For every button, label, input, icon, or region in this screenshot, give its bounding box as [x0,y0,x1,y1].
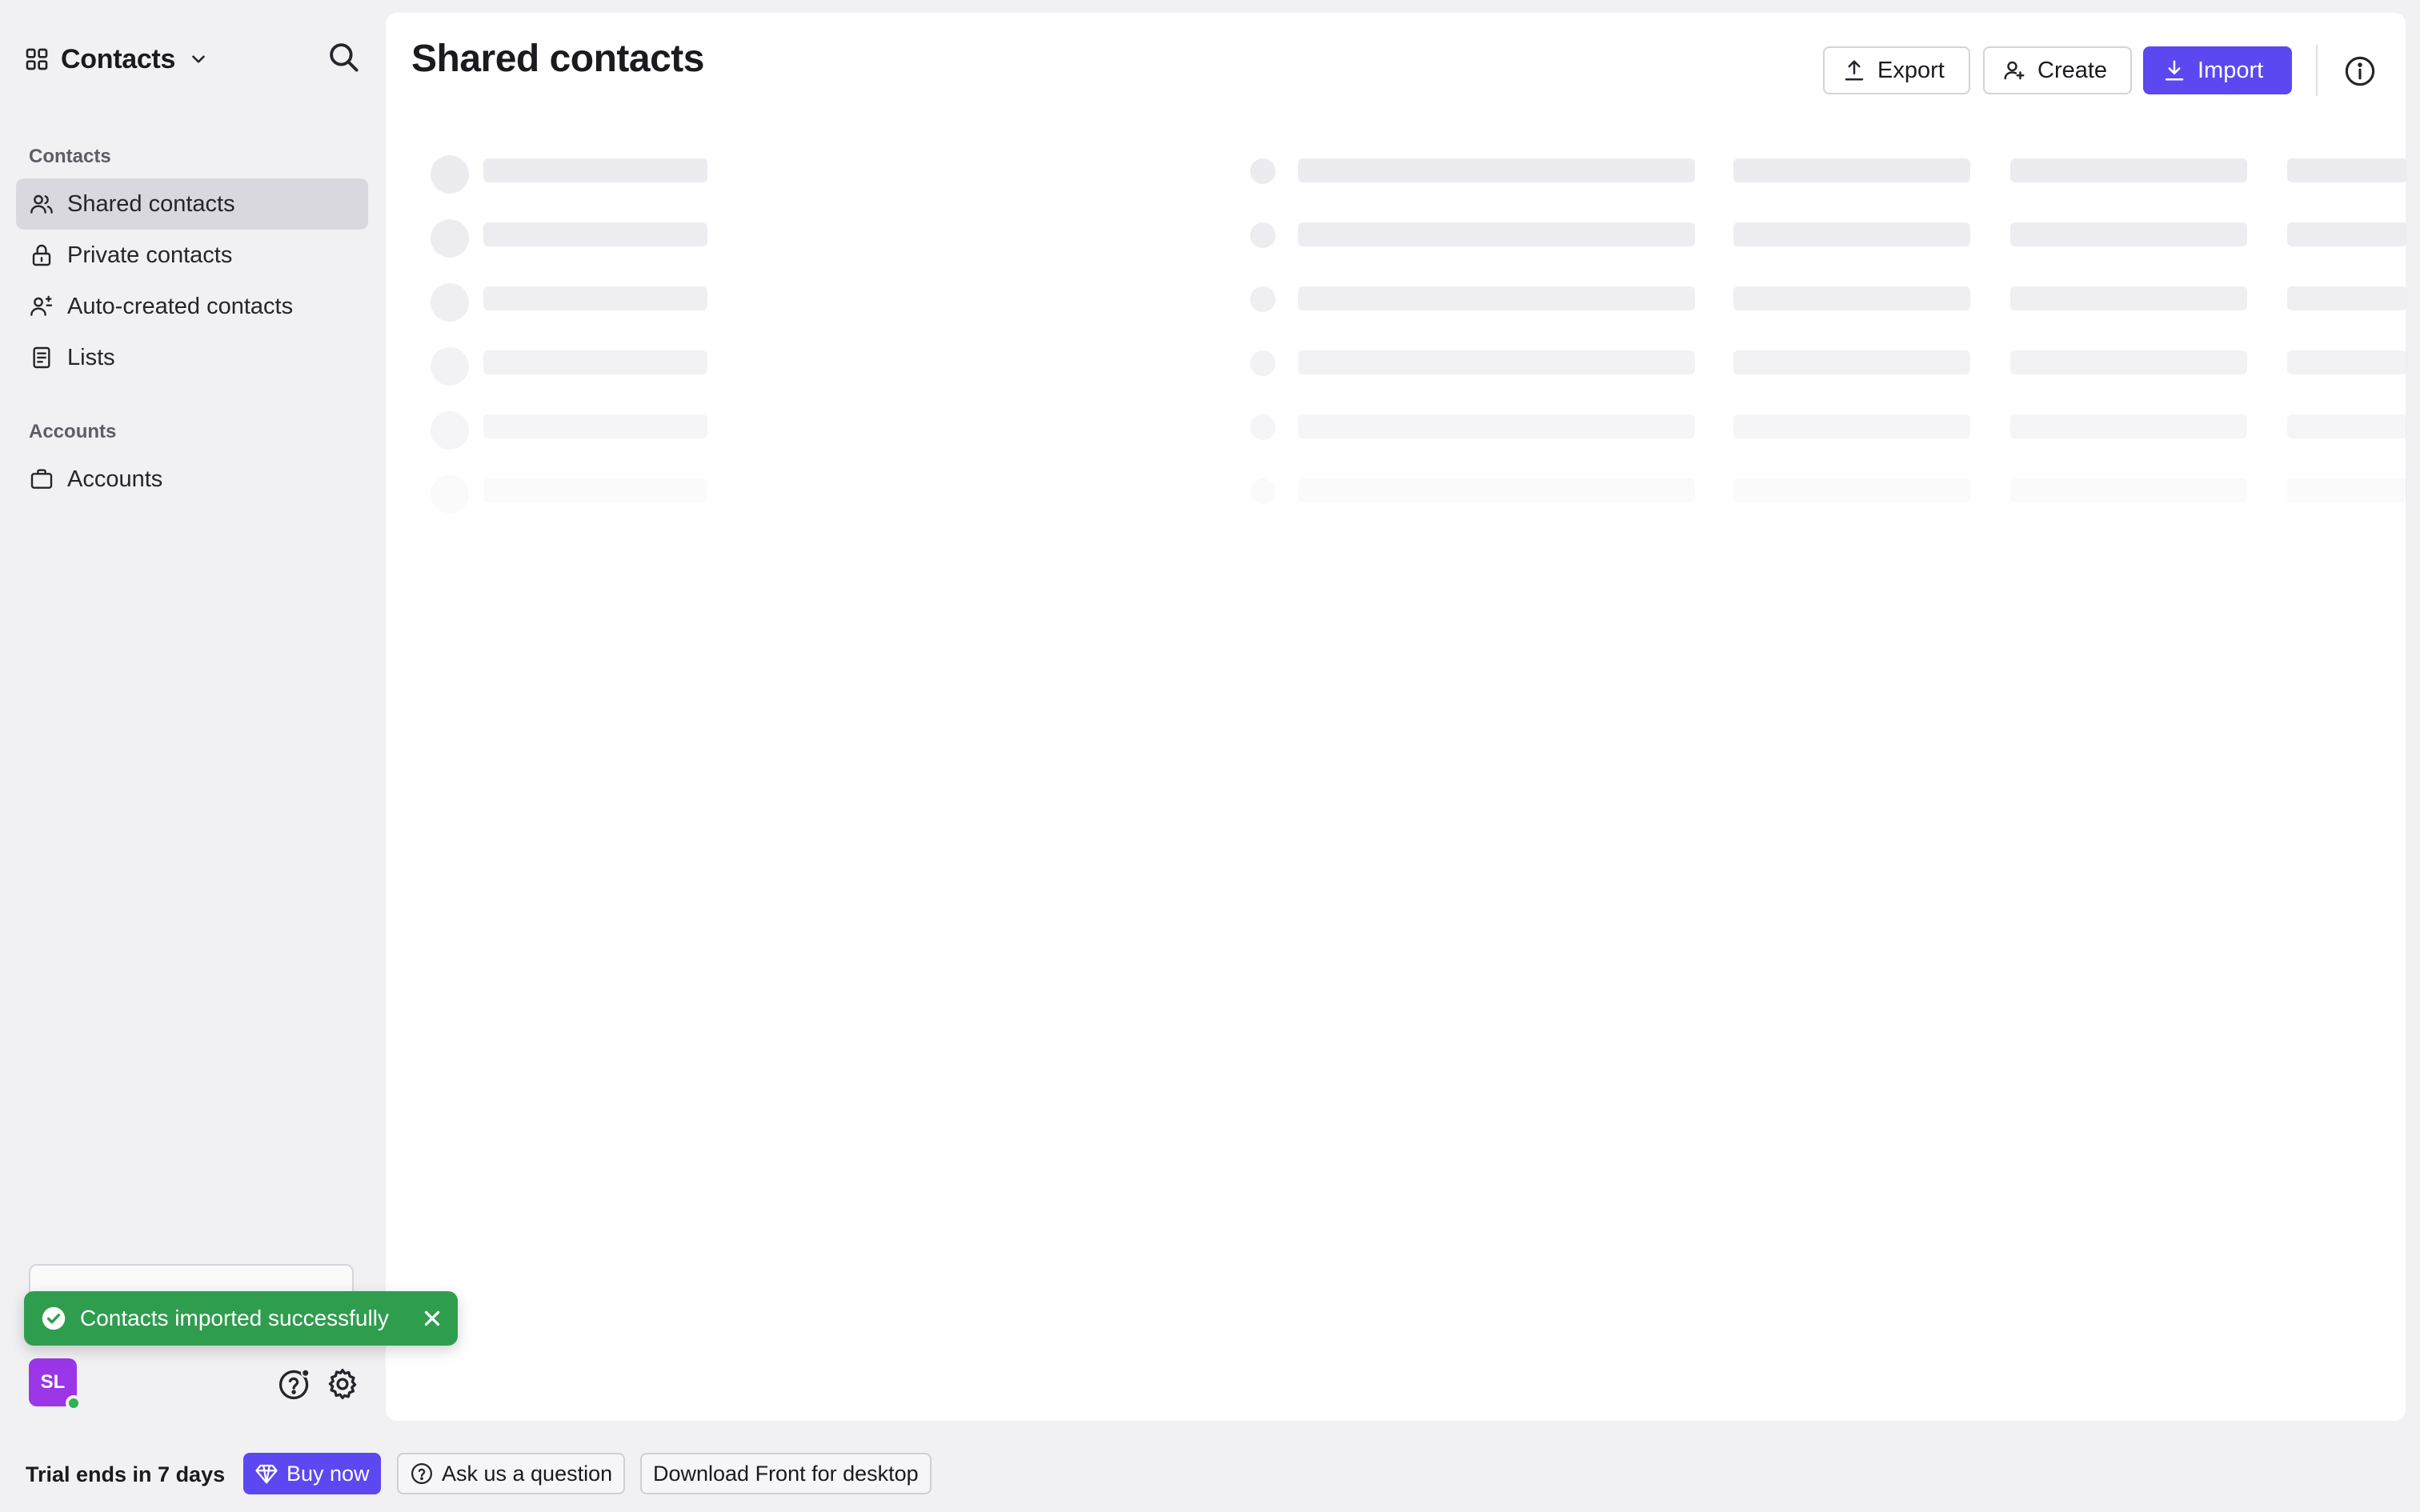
skeleton-dot [1250,222,1276,248]
skeleton-bar [1298,478,1695,502]
skeleton-bar [1298,222,1695,246]
export-button[interactable]: Export [1823,46,1970,94]
app-switcher[interactable]: Contacts [24,37,209,82]
skeleton-dot [1250,286,1276,312]
skeleton-bar [2010,286,2247,310]
import-button[interactable]: Import [2143,46,2292,94]
toast-message: Contacts imported successfully [80,1306,389,1330]
skeleton-avatar [431,347,469,386]
skeleton-bar [2287,222,2407,246]
lock-icon [32,244,51,266]
skeleton-bar [1298,158,1695,182]
avatar[interactable]: SL [29,1358,82,1411]
sidebar-item-label: Lists [67,344,115,370]
skeleton-bar [2287,158,2407,182]
ask-question-button[interactable]: Ask us a question [397,1453,626,1494]
import-label: Import [2198,57,2264,83]
skeleton-bar [2010,350,2247,374]
skeleton-bar [2287,286,2407,310]
skeleton-bar [1733,414,1970,438]
skeleton-bar [1733,350,1970,374]
skeleton-avatar [431,283,469,322]
skeleton-bar [1733,478,1970,502]
sidebar-item-accounts[interactable]: Accounts [16,454,368,505]
main-panel: Shared contacts Export Create Import [386,13,2407,1421]
skeleton-bar [1733,222,1970,246]
sidebar: Contacts Contacts Shared contacts Privat… [0,0,384,1448]
buy-now-button[interactable]: Buy now [243,1453,381,1494]
sidebar-item-label: Accounts [67,466,163,492]
download-desktop-label: Download Front for desktop [653,1461,919,1486]
skeleton-bar [1733,158,1970,182]
sidebar-item-label: Auto-created contacts [67,293,294,319]
online-status-dot [66,1395,82,1411]
skeleton-bar [483,414,707,438]
skeleton-bar [483,222,707,246]
skeleton-bar [483,158,707,182]
search-icon[interactable] [327,40,360,74]
sidebar-item-label: Shared contacts [67,190,235,217]
close-icon[interactable] [418,1304,447,1333]
export-label: Export [1877,57,1945,83]
create-button[interactable]: Create [1983,46,2132,94]
skeleton-bar [2287,350,2407,374]
help-icon[interactable] [277,1366,312,1402]
skeleton-avatar [431,411,469,450]
trial-text: Trial ends in 7 days [26,1462,226,1486]
list-icon [33,346,50,369]
skeleton-bar [483,286,707,310]
upload-icon [1845,60,1864,81]
skeleton-bar [2287,478,2407,502]
gear-icon[interactable] [325,1366,360,1402]
chevron-down-icon [192,55,205,63]
skeleton-bar [2010,222,2247,246]
skeleton-bar [1298,414,1695,438]
download-desktop-button[interactable]: Download Front for desktop [640,1453,932,1494]
add-user-icon [2004,61,2025,80]
skeleton-dot [1250,350,1276,376]
ask-question-label: Ask us a question [442,1461,613,1486]
trial-bar: Trial ends in 7 days Buy now Ask us a qu… [0,1448,2420,1512]
skeleton-bar [2010,158,2247,182]
skeleton-bar [2010,414,2247,438]
diamond-icon [255,1464,278,1484]
page-title: Shared contacts [411,38,704,80]
info-icon[interactable] [2343,54,2377,88]
apps-grid-icon [26,48,48,70]
briefcase-icon [30,469,53,489]
skeleton-avatar [431,475,469,514]
skeleton-avatar [431,155,469,194]
skeleton-bar [483,350,707,374]
skeleton-bar [2010,478,2247,502]
skeleton-bar [1733,286,1970,310]
toolbar-divider [2316,45,2318,96]
auto-user-icon [30,295,53,316]
skeleton-bar [1298,286,1695,310]
skeleton-bar [1298,350,1695,374]
buy-now-label: Buy now [286,1461,370,1486]
skeleton-bar [483,478,707,502]
section-label-contacts: Contacts [29,146,111,167]
avatar-initials: SL [40,1371,66,1393]
sidebar-item-lists[interactable]: Lists [16,332,368,383]
skeleton-dot [1250,478,1276,504]
users-icon [30,194,53,214]
skeleton-dot [1250,414,1276,440]
create-label: Create [2037,57,2108,83]
download-icon [2165,60,2184,81]
sidebar-item-private-contacts[interactable]: Private contacts [16,230,368,281]
section-label-accounts: Accounts [29,421,117,442]
success-toast: Contacts imported successfully [24,1291,458,1346]
skeleton-dot [1250,158,1276,184]
sidebar-item-label: Private contacts [67,242,233,268]
skeleton-bar [2287,414,2407,438]
sidebar-item-auto-created-contacts[interactable]: Auto-created contacts [16,281,368,332]
question-circle-icon [411,1463,432,1484]
app-title: Contacts [61,43,176,74]
check-circle-icon [42,1306,66,1330]
skeleton-avatar [431,219,469,258]
sidebar-item-shared-contacts[interactable]: Shared contacts [16,178,368,230]
